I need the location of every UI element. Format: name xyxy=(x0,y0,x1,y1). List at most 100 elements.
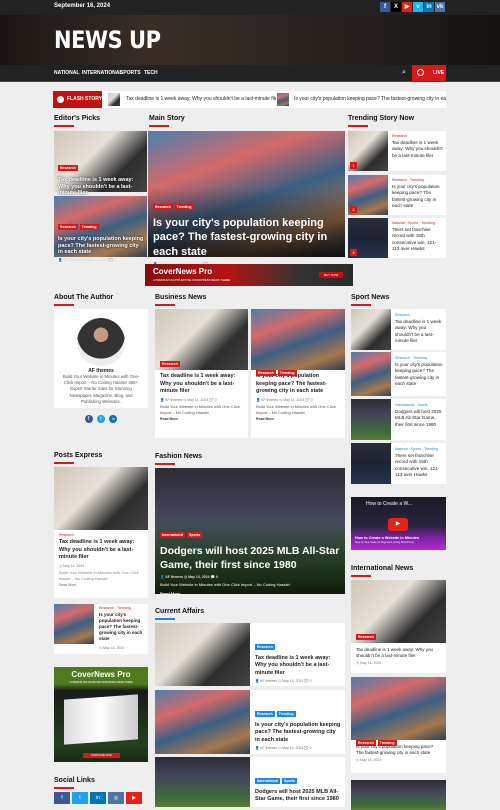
section-title-current: Current Affairs xyxy=(155,608,204,620)
nav-national[interactable]: NATIONAL xyxy=(54,70,79,76)
trending-item[interactable]: 1 Research Tax deadline is 1 week away: … xyxy=(348,131,446,171)
nav-tech[interactable]: TECH xyxy=(144,70,158,76)
vimeo-icon[interactable]: v xyxy=(413,2,423,12)
tag-sports[interactable]: Sports xyxy=(187,532,203,538)
search-icon[interactable]: ⌕ xyxy=(402,69,406,77)
category-link[interactable]: Research xyxy=(59,533,143,537)
flash-item[interactable]: Is your city's population keeping pace? … xyxy=(294,96,446,102)
card-title[interactable]: Is your city's population keeping pace? … xyxy=(395,362,443,388)
linkedin-icon[interactable]: in xyxy=(109,415,118,424)
nav-sports[interactable]: SPORTS xyxy=(120,70,141,76)
editors-pick-card[interactable]: Research Trending Is your city's populati… xyxy=(54,196,147,262)
sidebar-ad[interactable]: CoverNews Pro A PREMIUM MULTIPURPOSE WOR… xyxy=(54,667,148,762)
current-affairs-item[interactable]: Research Tax deadline is 1 week away: Wh… xyxy=(155,623,345,686)
card-title[interactable]: Is your city's population keeping pace? … xyxy=(58,236,144,256)
twitter-icon[interactable]: t xyxy=(97,415,105,424)
tag-research[interactable]: Research xyxy=(58,165,78,171)
tag-trending[interactable]: Trending xyxy=(174,204,194,210)
x-icon[interactable]: X xyxy=(391,2,401,12)
editors-pick-card[interactable]: Research Tax deadline is 1 week away: Wh… xyxy=(54,131,147,203)
fashion-news-card[interactable]: International Sports Dodgers will host 20… xyxy=(155,468,345,596)
card-title[interactable]: 76ers set franchise record with 15th con… xyxy=(392,227,443,253)
facebook-icon[interactable]: f xyxy=(54,792,70,804)
tag-sports[interactable]: Sports xyxy=(282,778,298,784)
category-link[interactable]: Research · Trending xyxy=(395,356,443,360)
international-news-card[interactable]: Research Trending Is your city's populati… xyxy=(351,677,446,773)
tag-research[interactable]: Research xyxy=(256,370,276,376)
tag-international[interactable]: International xyxy=(160,532,186,538)
card-title[interactable]: Is your city's population keeping pace? … xyxy=(392,184,443,210)
youtube-icon[interactable]: ▶ xyxy=(402,2,412,12)
card-title[interactable]: Dodgers will host 2025 MLB All-Star Game… xyxy=(255,789,341,804)
linkedin-icon[interactable]: in xyxy=(424,2,434,12)
card-title[interactable]: Dodgers will host 2025 MLB All-Star Game… xyxy=(160,544,340,572)
card-title[interactable]: Is your city's population keeping pace? … xyxy=(99,612,145,642)
sport-news-item[interactable]: Research Tax deadline is 1 week away: Wh… xyxy=(351,309,446,350)
trending-item[interactable]: 4 National · Sports · Trending 76ers set… xyxy=(348,218,446,258)
category-link[interactable]: Research · Trending xyxy=(392,178,443,182)
category-link[interactable]: International · Sports xyxy=(395,403,443,407)
video-title[interactable]: How to Create a W... xyxy=(366,501,412,507)
live-button[interactable]: LIVE xyxy=(412,65,446,81)
business-news-card[interactable]: Research Tax deadline is 1 week away: Wh… xyxy=(155,309,248,438)
main-story-title[interactable]: Is your city's population keeping pace? … xyxy=(153,216,340,259)
read-more-link[interactable]: Read More xyxy=(256,417,340,421)
tag-research[interactable]: Research xyxy=(356,634,376,640)
posts-express-card[interactable]: Research Tax deadline is 1 week away: Wh… xyxy=(54,467,148,598)
card-title[interactable]: Tax deadline is 1 week away: Why you sho… xyxy=(160,373,243,396)
current-affairs-item[interactable]: Research Trending Is your city's populati… xyxy=(155,690,345,754)
category-link[interactable]: Research · Trending xyxy=(99,606,145,610)
business-news-card[interactable]: Research Trending Is your city's populati… xyxy=(251,309,345,438)
posts-express-item[interactable]: Research · Trending Is your city's popul… xyxy=(54,604,148,654)
category-link[interactable]: National · Sports · Trending xyxy=(392,221,443,225)
category-link[interactable]: National · Sports · Trending xyxy=(395,447,443,451)
nav-international[interactable]: INTERNATIONAL xyxy=(82,70,122,76)
tag-research[interactable]: Research xyxy=(255,711,275,717)
site-logo[interactable]: NEWS UP xyxy=(54,26,161,54)
vk-icon[interactable]: vk xyxy=(435,2,445,12)
international-news-card[interactable]: Research Tax deadline is 1 week away: Wh… xyxy=(351,580,446,673)
card-title[interactable]: Tax deadline is 1 week away: Why you sho… xyxy=(59,539,143,562)
international-news-card[interactable] xyxy=(351,780,446,810)
tag-trending[interactable]: Trending xyxy=(276,711,296,717)
tag-research[interactable]: Research xyxy=(58,224,78,230)
sport-news-item[interactable]: National · Sports · Trending 76ers set f… xyxy=(351,443,446,484)
sport-news-item[interactable]: International · Sports Dodgers will host… xyxy=(351,399,446,440)
main-story-card[interactable]: Research Trending Is your city's populati… xyxy=(148,131,345,283)
buy-now-button[interactable]: BUY NOW xyxy=(319,272,344,278)
read-more-link[interactable]: Read More xyxy=(160,417,243,421)
flash-item[interactable]: Tax deadline is 1 week away: Why you sho… xyxy=(126,96,276,102)
twitter-icon[interactable]: t xyxy=(72,792,88,804)
tag-research[interactable]: Research xyxy=(160,361,180,367)
card-title[interactable]: Tax deadline is 1 week away: Why you sho… xyxy=(395,319,443,345)
card-title[interactable]: Tax deadline is 1 week away: Why you sho… xyxy=(255,655,341,677)
card-title[interactable]: 76ers set franchise record with 15th con… xyxy=(395,453,443,479)
tag-international[interactable]: International xyxy=(255,778,281,784)
purchase-now-button[interactable]: PURCHASE NOW xyxy=(83,753,120,758)
video-embed[interactable]: How to Create a W... ▶ How to Create a W… xyxy=(351,497,446,550)
sport-news-item[interactable]: Research · Trending Is your city's popul… xyxy=(351,352,446,396)
ad-banner[interactable]: CoverNews Pro A PREMIUM MULTIPURPOSE WOR… xyxy=(145,264,353,286)
category-link[interactable]: Research xyxy=(392,134,443,138)
trending-item[interactable]: 2 Research · Trending Is your city's pop… xyxy=(348,175,446,215)
youtube-icon[interactable]: ▶ xyxy=(126,792,142,804)
card-title[interactable]: Dodgers will host 2025 MLB All-Star Game… xyxy=(395,409,443,428)
card-title[interactable]: Tax deadline is 1 week away: Why you sho… xyxy=(356,647,441,660)
facebook-icon[interactable]: f xyxy=(380,2,390,12)
tag-trending[interactable]: Trending xyxy=(79,224,99,230)
card-title[interactable]: Tax deadline is 1 week away: Why you sho… xyxy=(392,140,443,159)
tag-research[interactable]: Research xyxy=(255,644,275,650)
tag-trending[interactable]: Trending xyxy=(377,740,397,746)
card-title[interactable]: Tax deadline is 1 week away: Why you sho… xyxy=(58,177,144,197)
linkedin-icon[interactable]: in xyxy=(90,792,106,804)
play-icon[interactable]: ▶ xyxy=(388,518,408,531)
read-more-link[interactable]: Read More xyxy=(59,583,143,587)
tag-trending[interactable]: Trending xyxy=(277,370,297,376)
read-more-link[interactable]: Read More xyxy=(160,591,340,596)
tag-research[interactable]: Research xyxy=(153,204,173,210)
facebook-icon[interactable]: f xyxy=(84,415,93,424)
instagram-icon[interactable]: ◎ xyxy=(108,792,124,804)
category-link[interactable]: Research xyxy=(395,313,443,317)
card-title[interactable]: Is your city's population keeping pace? … xyxy=(255,722,341,744)
tag-research[interactable]: Research xyxy=(356,740,376,746)
